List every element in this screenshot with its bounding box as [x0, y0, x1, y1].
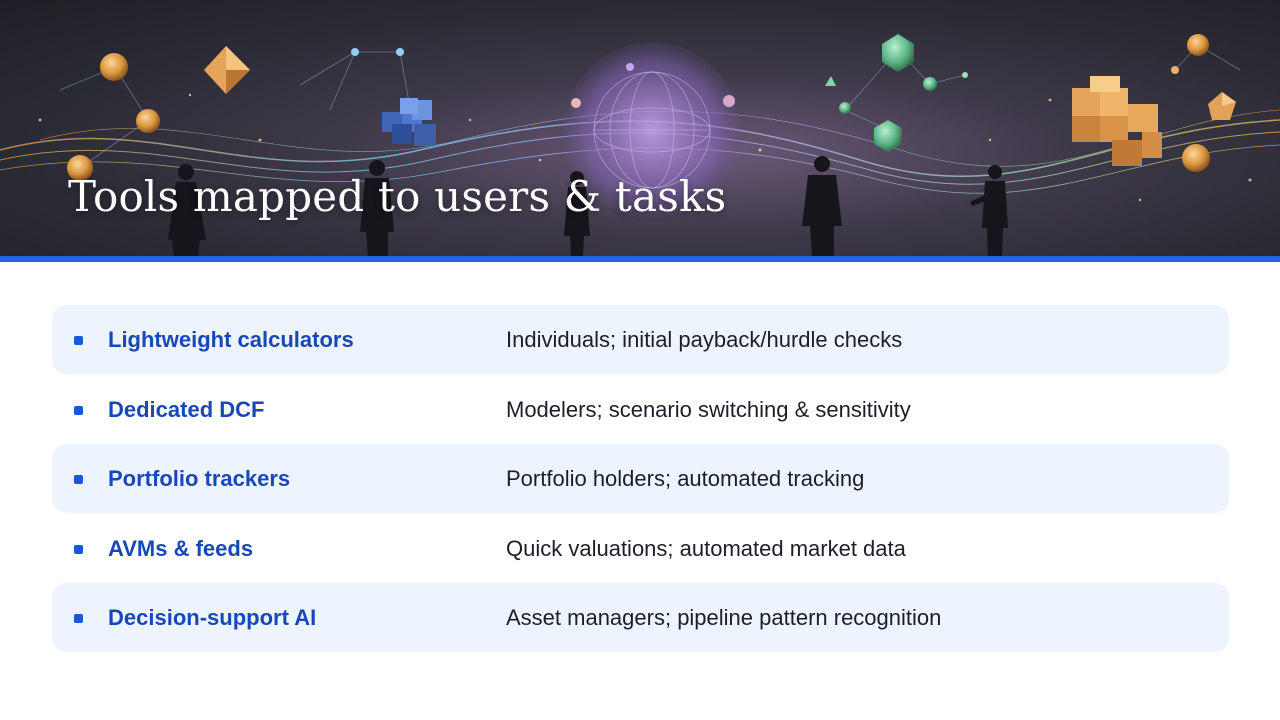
pyramid-gold-icon	[204, 46, 250, 94]
tool-name: Dedicated DCF	[108, 396, 265, 422]
tool-description: Individuals; initial payback/hurdle chec…	[506, 327, 903, 352]
tools-list: Lightweight calculators Individuals; ini…	[52, 305, 1229, 653]
tool-name: Decision-support AI	[108, 605, 317, 630]
list-item: Decision-support AI Asset managers; pipe…	[52, 583, 1229, 652]
slide-title: Tools mapped to users & tasks	[68, 172, 727, 221]
tool-description: Modelers; scenario switching & sensitivi…	[506, 396, 911, 422]
cube-cluster-blue-icon	[382, 98, 436, 146]
tool-name: Lightweight calculators	[108, 327, 354, 352]
polyhedron-green-icon	[874, 34, 914, 152]
tool-name: Portfolio trackers	[108, 466, 291, 491]
accent-divider	[0, 256, 1280, 262]
bullet-icon	[74, 544, 83, 554]
bullet-icon	[74, 475, 83, 484]
orb-green-1	[923, 77, 937, 91]
tool-description: Portfolio holders; automated tracking	[506, 466, 865, 491]
orb-blue-1	[351, 48, 359, 56]
orb-pink	[723, 95, 735, 107]
triangle-green-icon	[825, 76, 836, 86]
hero-banner: Tools mapped to users & tasks	[0, 0, 1280, 256]
list-item: Portfolio trackers Portfolio holders; au…	[52, 444, 1229, 513]
cube-stack-gold-icon	[1072, 76, 1162, 166]
orb-blue-2	[396, 48, 404, 56]
orb-small	[571, 98, 581, 108]
bullet-icon	[74, 336, 83, 345]
person-silhouette-5	[970, 165, 1008, 256]
list-item: Lightweight calculators Individuals; ini…	[52, 305, 1229, 374]
list-item: AVMs & feeds Quick valuations; automated…	[52, 514, 1229, 583]
bullet-icon	[74, 614, 83, 623]
orb-gold-5	[1182, 144, 1210, 172]
orb-gold-2	[136, 109, 160, 133]
person-silhouette-4	[802, 156, 842, 256]
orb-green-2	[839, 102, 851, 114]
list-item: Dedicated DCF Modelers; scenario switchi…	[52, 375, 1229, 444]
tool-description: Asset managers; pipeline pattern recogni…	[506, 605, 942, 630]
gem-gold-icon	[1208, 92, 1236, 120]
orb-gold-1	[100, 53, 128, 81]
orb-gold-4	[1187, 34, 1209, 56]
tool-description: Quick valuations; automated market data	[506, 535, 906, 561]
bullet-icon	[74, 405, 83, 415]
tool-name: AVMs & feeds	[108, 535, 254, 561]
